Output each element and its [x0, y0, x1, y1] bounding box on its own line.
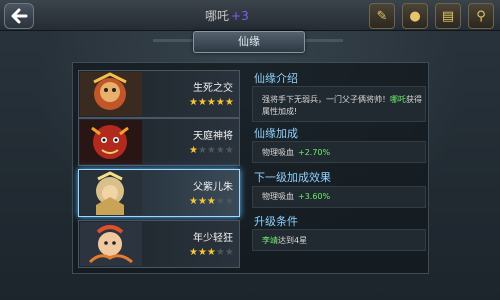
next-title: 下一级加成效果	[254, 171, 331, 184]
star-rating: ★★★★★	[189, 145, 234, 156]
card-fuzi-selected[interactable]: 父紫儿朱 ★★★★★	[78, 169, 240, 217]
intro-title: 仙缘介绍	[254, 72, 298, 85]
magnifier-icon[interactable]: ⚲	[468, 3, 494, 29]
child-fire-portrait	[80, 222, 142, 266]
intro-text-part: 强将手下无弱兵，一门父子俩将帅！	[262, 95, 390, 104]
upgrade-condition: 李靖达到4星	[262, 235, 307, 246]
red-monkey-portrait	[80, 72, 142, 116]
card-nianshao[interactable]: 年少轻狂 ★★★★★	[78, 220, 240, 268]
stat-label: 物理吸血	[262, 192, 294, 201]
stat-value: +3.60%	[298, 192, 331, 201]
hero-plus-level: +3	[231, 9, 249, 23]
upgrade-title: 升级条件	[254, 215, 298, 228]
tab-decoration-right	[303, 39, 343, 42]
back-arrow-icon	[11, 8, 28, 24]
coin-icon[interactable]: ●	[402, 3, 428, 29]
tab-decoration-left	[153, 39, 193, 42]
stat-value: +2.70%	[298, 148, 331, 157]
card-name: 年少轻狂	[193, 233, 233, 244]
page-title: 哪吒 +3	[205, 7, 249, 24]
star-rating: ★★★★★	[189, 97, 234, 108]
bonus-title: 仙缘加成	[254, 127, 298, 140]
golden-warrior-portrait	[80, 171, 142, 215]
star-rating: ★★★★★	[189, 247, 234, 258]
upgrade-name: 李靖	[262, 236, 278, 245]
card-name: 生死之交	[193, 83, 233, 94]
top-bar: 哪吒 +3 ✎ ● ▤ ⚲	[0, 0, 500, 31]
top-icon-group: ✎ ● ▤ ⚲	[369, 3, 494, 29]
stat-label: 物理吸血	[262, 148, 294, 157]
intro-highlight: 哪吒	[390, 95, 406, 104]
card-name: 父紫儿朱	[193, 182, 233, 193]
card-name: 天庭神将	[193, 131, 233, 142]
scroll-icon[interactable]: ✎	[369, 3, 395, 29]
upgrade-text: 达到4星	[278, 236, 308, 245]
intro-text: 强将手下无弱兵，一门父子俩将帅！哪吒获得属性加成!	[262, 94, 422, 118]
bonus-stat: 物理吸血 +2.70%	[262, 147, 330, 158]
red-demon-portrait	[80, 120, 142, 164]
tab-xianyuan[interactable]: 仙缘	[193, 31, 305, 53]
back-button[interactable]	[4, 3, 34, 29]
hero-name: 哪吒	[205, 9, 230, 23]
star-rating: ★★★★★	[189, 196, 234, 207]
card-tianting[interactable]: 天庭神将 ★★★★★	[78, 118, 240, 166]
next-stat: 物理吸血 +3.60%	[262, 191, 330, 202]
card-shengsi[interactable]: 生死之交 ★★★★★	[78, 70, 240, 118]
book-icon[interactable]: ▤	[435, 3, 461, 29]
